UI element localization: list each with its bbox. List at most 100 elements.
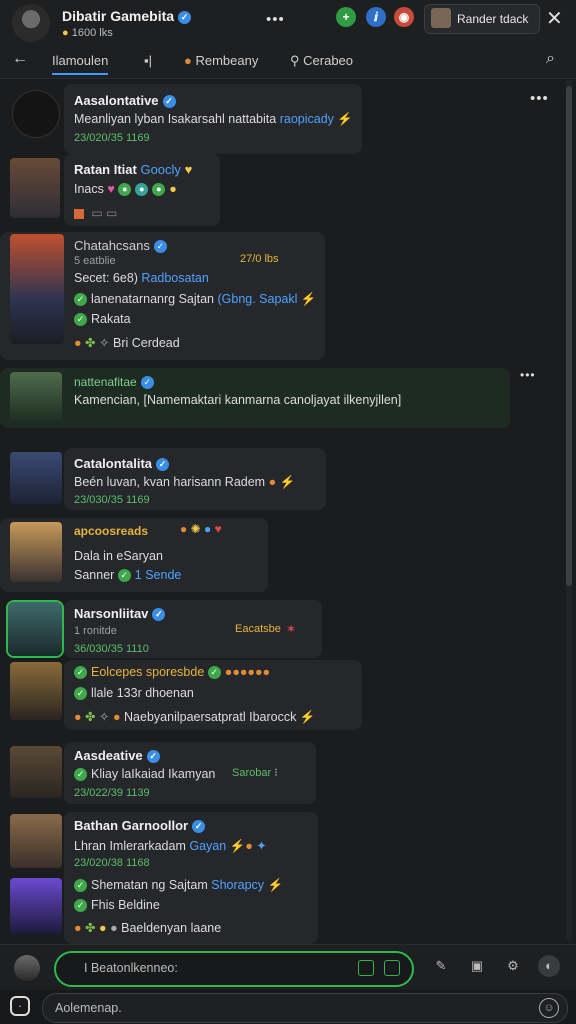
message-text: ✓ llale 133r dhoenan — [74, 686, 194, 701]
message-text: ✓ Kliay laIkaiad Ikamyan — [74, 767, 215, 782]
list-item: Aasdeative ✓ ✓ Kliay laIkaiad Ikamyan Saro… — [0, 742, 568, 806]
message-text: ✓ Shematan ng Sajtam Shorapcy ⚡ — [74, 878, 283, 893]
message-text: ✓ Eolcepes sporesbde ✓ ●●●●●● — [74, 665, 270, 680]
user-avatar[interactable] — [10, 158, 60, 218]
self-avatar[interactable] — [14, 955, 40, 981]
add-icon[interactable]: + — [336, 7, 356, 27]
tab-bar: ← Ilamoulen ▪| ● Rembeany ⚲ Cerabeo ⌕ — [0, 44, 576, 79]
author-name[interactable]: Chatahcsans ✓ — [74, 238, 167, 254]
profile-avatar — [431, 8, 451, 28]
user-avatar[interactable] — [10, 814, 62, 868]
verified-icon: ✓ — [162, 95, 176, 109]
list-item: Bathan Garnoollor ✓ Lhran Imlerarkadam Ga… — [0, 812, 568, 944]
profile-icon[interactable]: ◐ — [538, 955, 560, 977]
message-text: ✓ Fhis Beldine — [74, 898, 160, 913]
timestamp: 23/022/39 1139 — [74, 787, 150, 799]
verified-icon: ✓ — [178, 10, 192, 24]
verified-icon: ✓ — [153, 240, 167, 254]
shield-icon[interactable]: ⅈ — [366, 7, 386, 27]
message-text: Beén luvan, kvan harisann Radem ● ⚡ — [74, 475, 296, 489]
message-text: Dala in eSaryan — [74, 549, 163, 563]
more-options-icon[interactable]: ••• — [530, 90, 549, 107]
user-avatar[interactable] — [10, 522, 62, 582]
message-text: Kamencian, [Namemaktari kanmarna canolja… — [74, 393, 402, 407]
message-text: Inacs ♥ ● ● ● ● — [74, 182, 177, 197]
author-name[interactable]: Catalontalita ✓ — [74, 456, 170, 472]
more-options-icon[interactable]: ••• — [520, 368, 536, 382]
scrollbar-thumb[interactable] — [566, 86, 572, 586]
reaction-row[interactable]: ● ✺ ● ♥ — [180, 522, 222, 536]
verified-icon: ✓ — [152, 608, 166, 622]
member-count: ● 1600 lks — [62, 27, 113, 39]
user-avatar[interactable] — [10, 878, 62, 934]
user-avatar[interactable] — [12, 90, 60, 138]
record-icon[interactable]: ◉ — [394, 7, 414, 27]
author-name[interactable]: Ratan Itiat Goocly ♥ — [74, 162, 192, 177]
sticker-icon[interactable] — [384, 960, 400, 976]
timestamp: 23/020/38 1168 — [74, 857, 150, 869]
verified-icon: ✓ — [146, 750, 160, 764]
grid-icon[interactable]: ▣ — [466, 955, 488, 977]
user-avatar[interactable] — [10, 234, 64, 344]
close-icon[interactable]: ✕ — [546, 6, 563, 31]
channel-avatar[interactable] — [12, 4, 50, 42]
message-text: Secet: 6e8) Radbosatan — [74, 271, 209, 285]
timestamp: 36/030/35 1110 — [74, 643, 149, 655]
timestamp: Eacatsbe — [235, 623, 281, 635]
channel-title: Dibatir Gamebita ✓ — [62, 8, 192, 24]
emoji-icon[interactable]: ☺ — [539, 998, 559, 1018]
search-icon[interactable]: ⌕ — [546, 50, 555, 68]
user-avatar[interactable] — [10, 746, 62, 798]
verified-icon: ✓ — [140, 376, 154, 390]
author-name[interactable]: Bathan Garnoollor ✓ — [74, 818, 206, 834]
message-text: Sanner ✓ 1 Sende — [74, 568, 182, 583]
user-avatar[interactable] — [10, 662, 62, 720]
tab-rembeany[interactable]: ● Rembeany — [184, 53, 258, 68]
verified-icon: ✓ — [156, 458, 170, 472]
author-name[interactable]: nattenafitae ✓ — [74, 375, 154, 390]
message-input-placeholder: I Beatonlkenneo: — [84, 961, 178, 975]
user-avatar[interactable] — [10, 452, 62, 504]
list-item: Chatahcsans ✓ 5 eatblie 27/0 lbs Secet: 6… — [0, 230, 568, 362]
bottom-bar: · Aolemenap. ☺ — [0, 990, 576, 1024]
sidebar-toggle-icon[interactable]: ▪| — [144, 53, 152, 68]
list-item: Ratan Itiat Goocly ♥ Inacs ♥ ● ● ● ● ▭ ▭ — [0, 154, 568, 226]
list-item: Catalontalita ✓ Beén luvan, kvan harisann… — [0, 448, 568, 512]
bottom-search-placeholder: Aolemenap. — [55, 1001, 122, 1015]
timestamp: 23/020/35 1169 — [74, 132, 150, 144]
message-input[interactable]: I Beatonlkenneo: — [54, 951, 414, 987]
list-item: apcoosreads ● ✺ ● ♥ Dala in eSaryan Sann… — [0, 518, 568, 594]
settings-icon[interactable]: ⚙ — [502, 955, 524, 977]
user-avatar[interactable] — [10, 372, 62, 424]
back-arrow-icon[interactable]: ← — [12, 50, 28, 68]
author-name[interactable]: apcoosreads — [74, 524, 148, 538]
attach-icon[interactable] — [358, 960, 374, 976]
author-subtitle: 5 eatblie — [74, 255, 116, 267]
tab-ilamoulen[interactable]: Ilamoulen — [52, 53, 109, 75]
timestamp: 23/030/35 1169 — [74, 494, 150, 506]
message-text: ● ✤ ✧ Bri Cerdead — [74, 336, 180, 350]
author-name[interactable]: Aasalontative ✓ — [74, 93, 176, 109]
list-item: Aasalontative ✓ Meanliyan lyban Isakarsah… — [0, 80, 568, 154]
top-bar: Dibatir Gamebita ✓ ● 1600 lks ••• + ⅈ ◉ R… — [0, 0, 576, 44]
message-text: ● ✤ ● ● Baeldenyan laane — [74, 921, 222, 935]
message-feed[interactable]: Aasalontative ✓ Meanliyan lyban Isakarsah… — [0, 80, 568, 944]
reaction-row[interactable]: ▭ ▭ — [74, 206, 117, 220]
tab-cerabeo[interactable]: ⚲ Cerabeo — [290, 53, 353, 69]
message-text: ● ✤ ✧ ● Naebyanilpaersatpratl Ibarocck ⚡ — [74, 710, 316, 724]
profile-extension-label: Rander tdack — [457, 12, 529, 26]
profile-extension-button[interactable]: Rander tdack — [424, 4, 540, 34]
list-item: Narsonliitav ✓ 1 ronitde Eacatsbe ✶ 36/03… — [0, 598, 568, 738]
author-name[interactable]: Narsonliitav ✓ — [74, 606, 166, 622]
verified-icon: ✓ — [192, 820, 206, 834]
timestamp: 27/0 lbs — [240, 253, 279, 265]
message-text: Meanliyan lyban Isakarsahl nattabita rao… — [74, 112, 353, 126]
timestamp: Sarobar ⁝ — [232, 767, 278, 779]
more-options-icon[interactable]: ••• — [266, 11, 285, 28]
pen-icon[interactable]: ✎ — [430, 955, 452, 977]
bottom-search-input[interactable]: Aolemenap. ☺ — [42, 993, 568, 1023]
author-name[interactable]: Aasdeative ✓ — [74, 748, 160, 764]
reaction-row[interactable]: ✶ — [286, 622, 296, 636]
app-icon[interactable]: · — [10, 996, 30, 1016]
user-avatar[interactable] — [8, 602, 62, 656]
